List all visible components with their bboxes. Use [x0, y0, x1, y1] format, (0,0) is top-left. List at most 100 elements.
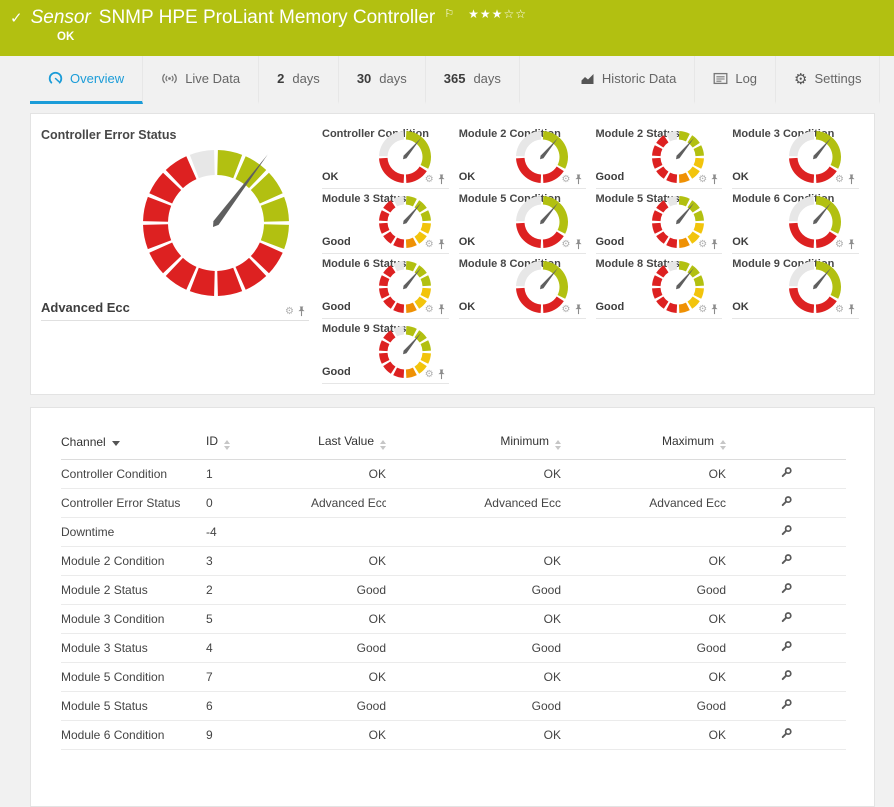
tab-365-days[interactable]: 365 days [426, 56, 520, 104]
gauge-cell-module-3-condition[interactable]: Module 3 Condition OK ⚙ [732, 124, 859, 189]
gear-icon[interactable]: ⚙ [835, 304, 844, 315]
gear-icon[interactable]: ⚙ [425, 239, 434, 250]
gauge-cell-module-5-condition[interactable]: Module 5 Condition OK ⚙ [458, 189, 586, 254]
wrench-icon[interactable] [780, 495, 793, 508]
gear-icon[interactable]: ⚙ [698, 174, 707, 185]
gear-icon[interactable]: ⚙ [698, 239, 707, 250]
gauge-value: OK [458, 171, 476, 183]
wrench-icon[interactable] [780, 524, 793, 537]
pin-icon[interactable] [437, 174, 446, 185]
wrench-icon[interactable] [780, 582, 793, 595]
gauge-cell-controller-error-status[interactable]: Controller Error Status Advanced Ecc ⚙ [41, 124, 309, 321]
gear-icon[interactable]: ⚙ [698, 304, 707, 315]
tab-historic-data[interactable]: Historic Data [562, 56, 696, 104]
sort-icon [380, 440, 386, 450]
minimum-value [386, 517, 561, 547]
wrench-icon[interactable] [780, 466, 793, 479]
wrench-icon[interactable] [780, 611, 793, 624]
minimum-value: OK [386, 546, 561, 576]
pin-icon[interactable] [847, 174, 856, 185]
maximum-value: OK [561, 546, 726, 576]
channel-gauges-grid: Controller Condition OK ⚙ Module 2 Condi… [317, 124, 864, 384]
table-row-downtime: Downtime -4 [61, 517, 846, 547]
gear-icon[interactable]: ⚙ [425, 369, 434, 380]
column-header-actions [726, 434, 846, 460]
gauge-cell-module-9-condition[interactable]: Module 9 Condition OK ⚙ [732, 254, 859, 319]
table-row-module-5-status: Module 5 Status 6 Good Good Good [61, 691, 846, 721]
channel-settings-cell [726, 546, 846, 576]
flag-icon[interactable]: ⚐ [444, 7, 454, 20]
star-empty-icon[interactable]: ☆ [503, 7, 515, 21]
priority-stars[interactable]: ★★★☆☆ [468, 7, 527, 21]
gauge-cell-module-5-status[interactable]: Module 5 Status Good ⚙ [595, 189, 723, 254]
cell-icons: ⚙ [698, 304, 719, 315]
wrench-icon[interactable] [780, 669, 793, 682]
pin-icon[interactable] [847, 304, 856, 315]
channel-settings-cell [726, 575, 846, 605]
pin-icon[interactable] [574, 239, 583, 250]
tab-2-days[interactable]: 2 days [259, 56, 339, 104]
pin-icon[interactable] [710, 304, 719, 315]
gauge-cell-module-9-status[interactable]: Module 9 Status Good ⚙ [322, 319, 449, 384]
gauge-cell-module-3-status[interactable]: Module 3 Status Good ⚙ [322, 189, 449, 254]
channel-settings-cell [726, 488, 846, 518]
minimum-value: Good [386, 691, 561, 721]
column-label: ID [206, 434, 218, 448]
maximum-value: Good [561, 691, 726, 721]
wrench-icon[interactable] [780, 640, 793, 653]
gauge-cell-module-8-status[interactable]: Module 8 Status Good ⚙ [595, 254, 723, 319]
gear-icon[interactable]: ⚙ [285, 306, 294, 317]
pin-icon[interactable] [710, 239, 719, 250]
column-header-minimum[interactable]: Minimum [386, 434, 561, 460]
channel-name: Module 6 Condition [61, 720, 206, 750]
pin-icon[interactable] [437, 369, 446, 380]
gear-icon[interactable]: ⚙ [562, 304, 571, 315]
gear-icon[interactable]: ⚙ [562, 174, 571, 185]
column-label: Last Value [318, 434, 374, 448]
gear-icon[interactable]: ⚙ [425, 304, 434, 315]
channel-settings-cell [726, 633, 846, 663]
wrench-icon[interactable] [780, 698, 793, 711]
pin-icon[interactable] [847, 239, 856, 250]
gauge-cell-module-2-status[interactable]: Module 2 Status Good ⚙ [595, 124, 723, 189]
gear-icon[interactable]: ⚙ [425, 174, 434, 185]
tab-log[interactable]: Log [695, 56, 777, 104]
pin-icon[interactable] [437, 239, 446, 250]
wrench-icon[interactable] [780, 553, 793, 566]
sensor-status-badge: OK [57, 31, 75, 43]
pin-icon[interactable] [437, 304, 446, 315]
maximum-value: OK [561, 459, 726, 489]
star-empty-icon[interactable]: ☆ [515, 7, 527, 21]
gauge-cell-module-8-condition[interactable]: Module 8 Condition OK ⚙ [458, 254, 586, 319]
star-filled-icon[interactable]: ★ [480, 7, 492, 21]
pin-icon[interactable] [710, 174, 719, 185]
channel-id: 4 [206, 633, 311, 663]
channel-id: 9 [206, 720, 311, 750]
star-filled-icon[interactable]: ★ [492, 7, 504, 21]
column-header-channel[interactable]: Channel [61, 434, 206, 460]
gauge-value: Good [595, 301, 625, 313]
column-header-id[interactable]: ID [206, 434, 311, 460]
star-filled-icon[interactable]: ★ [468, 7, 480, 21]
gauge-cell-module-6-status[interactable]: Module 6 Status Good ⚙ [322, 254, 449, 319]
table-header-row: Channel ID Last Value Minimum Maximum [61, 434, 846, 460]
tab-30-days[interactable]: 30 days [339, 56, 426, 104]
tab-live-data[interactable]: Live Data [143, 56, 260, 104]
column-header-maximum[interactable]: Maximum [561, 434, 726, 460]
last-value: Good [311, 691, 386, 721]
table-row-controller-error-status: Controller Error Status 0 Advanced Ecc Adva… [61, 488, 846, 518]
pin-icon[interactable] [297, 306, 306, 317]
chart-icon [580, 72, 595, 85]
gauge-cell-module-6-condition[interactable]: Module 6 Condition OK ⚙ [732, 189, 859, 254]
gear-icon[interactable]: ⚙ [835, 239, 844, 250]
pin-icon[interactable] [574, 174, 583, 185]
gauge-cell-controller-condition[interactable]: Controller Condition OK ⚙ [322, 124, 449, 189]
gear-icon[interactable]: ⚙ [562, 239, 571, 250]
gauge-cell-module-2-condition[interactable]: Module 2 Condition OK ⚙ [458, 124, 586, 189]
gear-icon[interactable]: ⚙ [835, 174, 844, 185]
tab-settings[interactable]: ⚙ Settings [776, 56, 881, 104]
tab-overview[interactable]: Overview [30, 56, 144, 104]
pin-icon[interactable] [574, 304, 583, 315]
maximum-value: OK [561, 720, 726, 750]
column-header-last-value[interactable]: Last Value [311, 434, 386, 460]
